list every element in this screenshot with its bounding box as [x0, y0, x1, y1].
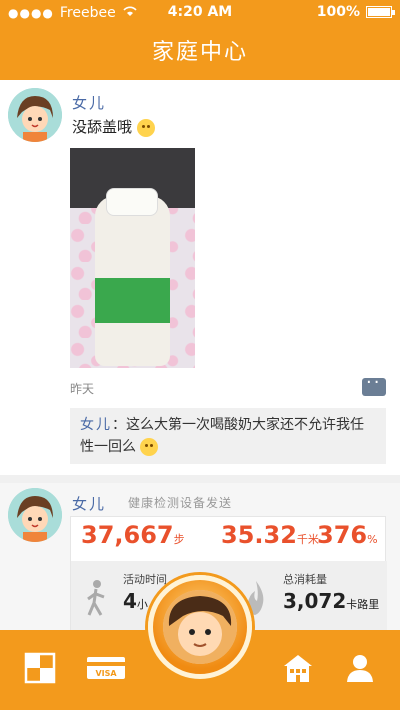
blush-emoji-icon	[140, 438, 159, 456]
steps-value: 37,667	[81, 521, 174, 549]
avatar-daughter[interactable]	[8, 488, 62, 542]
reply-author[interactable]: 女儿	[80, 417, 112, 433]
home-icon	[284, 655, 312, 682]
comment-icon[interactable]	[362, 372, 386, 396]
active-time-stat: 4小	[123, 589, 148, 613]
battery-percent: 100%	[316, 4, 360, 20]
post-photo: 女儿 没舔盖哦 昨天 女儿：这么大第一次喝酸奶大家还不允许我任性一回么	[0, 80, 400, 475]
family-feed[interactable]: 女儿 没舔盖哦 昨天 女儿：这么大第一次喝酸奶大家还不允许我任性一回么	[0, 80, 400, 630]
runner-icon	[87, 580, 105, 616]
post-source: 健康检测设备发送	[128, 496, 233, 510]
calories-label: 总消耗量	[283, 573, 327, 586]
tab-card[interactable]: VISA	[86, 652, 126, 684]
distance-unit: 千米	[296, 533, 319, 546]
distance-value: 35.32	[221, 521, 297, 549]
status-bar: ●●●● Freebee 4:20 AM 100%	[0, 0, 400, 26]
distance-stat: 35.32千米	[221, 521, 319, 549]
visa-text: VISA	[95, 669, 117, 678]
girl-avatar-icon	[8, 88, 62, 142]
post-date: 昨天	[70, 382, 95, 396]
reply-box: 女儿：这么大第一次喝酸奶大家还不允许我任性一回么	[70, 408, 386, 464]
visa-card-icon: VISA	[87, 657, 125, 679]
checker-icon	[24, 652, 56, 684]
calories-unit: 卡路里	[346, 598, 380, 611]
tab-profile[interactable]	[344, 652, 376, 684]
divider	[0, 475, 400, 483]
active-time-label: 活动时间	[123, 573, 167, 586]
percent-value: 376	[317, 521, 368, 549]
post-author[interactable]: 女儿	[72, 493, 106, 514]
post-author[interactable]: 女儿	[72, 92, 106, 113]
steps-stat: 37,667步	[81, 521, 185, 549]
active-time-value: 4	[123, 589, 137, 613]
active-time-unit: 小	[136, 598, 148, 611]
tab-checker[interactable]	[24, 652, 56, 684]
percent-unit: %	[367, 533, 378, 546]
battery-icon	[366, 6, 395, 18]
steps-unit: 步	[173, 533, 185, 546]
post-text: 没舔盖哦	[72, 116, 155, 137]
percent-stat: 376%	[317, 521, 378, 549]
tab-home[interactable]	[282, 652, 314, 684]
post-photo-image[interactable]	[70, 148, 195, 368]
smirk-emoji-icon	[136, 118, 155, 137]
top-bar: ●●●● Freebee 4:20 AM 100% 家庭中心	[0, 0, 400, 80]
center-avatar-button[interactable]	[148, 575, 252, 679]
reply-colon: ：	[112, 417, 126, 433]
boy-avatar-icon	[163, 590, 237, 664]
page-title: 家庭中心	[151, 40, 248, 65]
calories-value: 3,072	[283, 589, 347, 613]
user-icon	[347, 655, 373, 682]
avatar-daughter[interactable]	[8, 88, 62, 142]
girl-avatar-icon	[8, 488, 62, 542]
calories-stat: 3,072卡路里	[283, 589, 379, 613]
post-text-content: 没舔盖哦	[72, 118, 133, 136]
